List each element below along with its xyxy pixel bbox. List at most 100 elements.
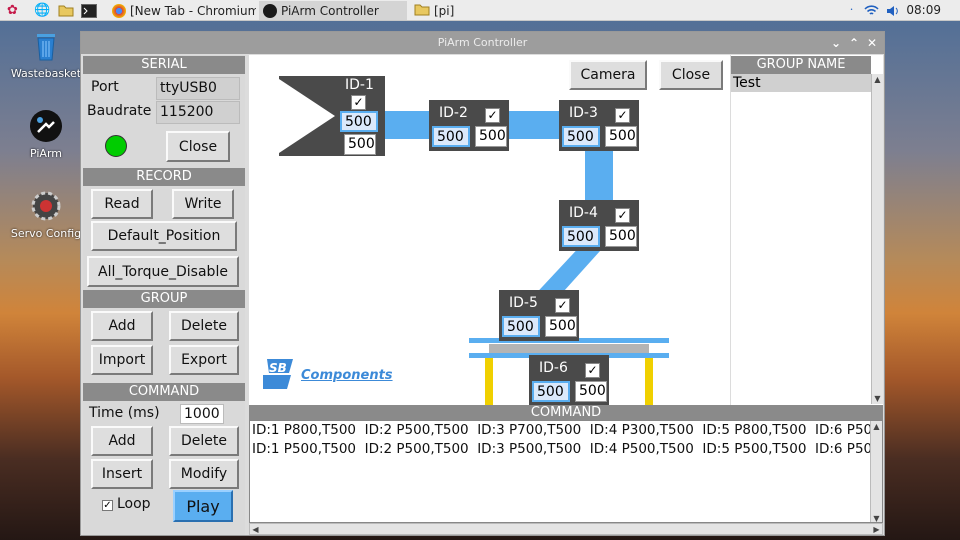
link-3-4 [585,149,613,205]
desktop-icon-servo-config[interactable]: Servo Config [6,188,86,240]
servo-id2: ID-2 ✓ 500 500 [429,100,509,151]
servo-id1-time-input[interactable]: 500 [344,134,376,155]
command-delete-button[interactable]: Delete [169,426,239,456]
folder-icon [414,3,430,19]
servo-id1: ID-1 ✓ 500 500 [337,76,385,155]
servo-id5-time-input[interactable]: 500 [545,316,577,337]
window-titlebar[interactable]: PiArm Controller ⌄ ⌃ ✕ [81,32,884,54]
servo-id2-position-input[interactable]: 500 [432,126,470,147]
servo-id4: ID-4 ✓ 500 500 [559,200,639,251]
desktop-icon-wastebasket[interactable]: Wastebasket [6,28,86,80]
piarm-icon [263,3,277,18]
group-name-header: GROUP NAME [731,56,871,74]
servo-id4-position-input[interactable]: 500 [562,226,600,247]
servo-id6-label: ID-6 [539,360,568,376]
insert-button[interactable]: Insert [91,459,153,489]
group-add-button[interactable]: Add [91,311,153,341]
serial-header: SERIAL [83,56,245,74]
servo-id6-checkbox[interactable]: ✓ [585,363,600,378]
servo-id2-time-input[interactable]: 500 [475,126,507,147]
servo-id4-label: ID-4 [569,205,598,221]
command-list-scrollbar[interactable]: ▲ ▼ [870,421,882,522]
maximize-icon[interactable]: ⌃ [847,35,861,51]
port-field[interactable]: ttyUSB0 [156,77,240,100]
write-button[interactable]: Write [172,189,234,219]
bluetooth-icon[interactable]: ᛫ [843,2,860,19]
export-button[interactable]: Export [169,345,239,375]
group-list-item[interactable]: Test [731,74,871,92]
task-piarm[interactable]: PiArm Controller [259,1,407,20]
servo-id3-time-input[interactable]: 500 [605,126,637,147]
group-header: GROUP [83,290,245,308]
left-panel: SERIAL Port ttyUSB0 Baudrate 115200 Clos… [83,55,245,535]
baudrate-label: Baudrate [87,103,152,119]
servo-id1-position-input[interactable]: 500 [340,111,378,132]
time-label: Time (ms) [89,405,160,421]
servo-id4-checkbox[interactable]: ✓ [615,208,630,223]
scroll-down-icon[interactable]: ▼ [872,393,883,404]
command-horizontal-scrollbar[interactable]: ◀ ▶ [249,523,883,535]
piarm-window: PiArm Controller ⌄ ⌃ ✕ SERIAL Port ttyUS… [80,31,885,536]
command-list-header: COMMAND [249,405,883,420]
scroll-left-icon[interactable]: ◀ [250,524,261,535]
servo-id2-label: ID-2 [439,105,468,121]
minimize-icon[interactable]: ⌄ [829,35,843,51]
servo-id2-checkbox[interactable]: ✓ [485,108,500,123]
servo-id1-label: ID-1 [345,77,374,93]
robot-diagram-canvas: ID-1 ✓ 500 500 ID-2 ✓ 500 500 ID-3 ✓ 500… [249,55,730,405]
web-browser-icon[interactable]: 🌐 [34,2,51,19]
command-scroll-up-icon[interactable]: ▲ [871,421,882,432]
serial-close-button[interactable]: Close [166,131,230,162]
group-delete-button[interactable]: Delete [169,311,239,341]
command-line-1[interactable]: ID:1 P800,T500 ID:2 P500,T500 ID:3 P700,… [252,422,882,438]
trash-icon [28,28,64,64]
taskbar: ✿ 🌐 [New Tab - Chromium] PiArm Controlle… [0,0,960,21]
read-button[interactable]: Read [91,189,153,219]
desktop-icon-piarm[interactable]: PiArm [6,108,86,160]
loop-checkbox[interactable]: ✓ [102,500,113,511]
servo-id6-time-input[interactable]: 500 [575,381,607,402]
task-chromium[interactable]: [New Tab - Chromium] [108,1,256,20]
file-manager-icon[interactable] [57,2,74,19]
scroll-right-icon[interactable]: ▶ [871,524,882,535]
baudrate-field[interactable]: 115200 [156,101,240,124]
all-torque-disable-button[interactable]: All_Torque_Disable [87,256,239,287]
base-leg-right [645,358,653,405]
raspberry-menu-icon[interactable]: ✿ [4,2,21,19]
modify-button[interactable]: Modify [169,459,239,489]
command-line-2[interactable]: ID:1 P500,T500 ID:2 P500,T500 ID:3 P500,… [252,441,882,457]
sb-components-logo: SB Components [261,355,393,391]
scroll-up-icon[interactable]: ▲ [872,74,883,85]
camera-button[interactable]: Camera [569,60,647,90]
chromium-icon [112,3,126,18]
wifi-icon[interactable] [863,2,880,19]
servo-id1-checkbox[interactable]: ✓ [351,95,366,110]
piarm-app-icon [28,108,64,144]
command-list: ID:1 P800,T500 ID:2 P500,T500 ID:3 P700,… [249,420,883,523]
servo-id3-checkbox[interactable]: ✓ [615,108,630,123]
volume-icon[interactable] [885,2,902,19]
gear-icon [28,188,64,224]
import-button[interactable]: Import [91,345,153,375]
canvas-close-button[interactable]: Close [659,60,723,90]
play-button[interactable]: Play [173,490,233,522]
servo-id3-position-input[interactable]: 500 [562,126,600,147]
servo-id5-label: ID-5 [509,295,538,311]
servo-id5: ID-5 ✓ 500 500 [499,290,579,341]
group-list-scrollbar[interactable]: ▲ ▼ [871,74,883,404]
servo-id6-position-input[interactable]: 500 [532,381,570,402]
task-pi-folder[interactable]: [pi] [410,1,558,20]
close-window-icon[interactable]: ✕ [865,35,879,51]
time-input[interactable]: 1000 [180,404,224,424]
servo-id5-checkbox[interactable]: ✓ [555,298,570,313]
servo-id5-position-input[interactable]: 500 [502,316,540,337]
terminal-icon[interactable] [80,2,97,19]
base-leg-left [485,358,493,405]
clock: 08:09 [906,3,941,17]
default-position-button[interactable]: Default_Position [91,221,237,251]
command-scroll-down-icon[interactable]: ▼ [871,513,882,522]
command-add-button[interactable]: Add [91,426,153,456]
link-2-3 [505,111,565,139]
servo-id6: ID-6 ✓ 500 500 [529,355,609,405]
servo-id4-time-input[interactable]: 500 [605,226,637,247]
